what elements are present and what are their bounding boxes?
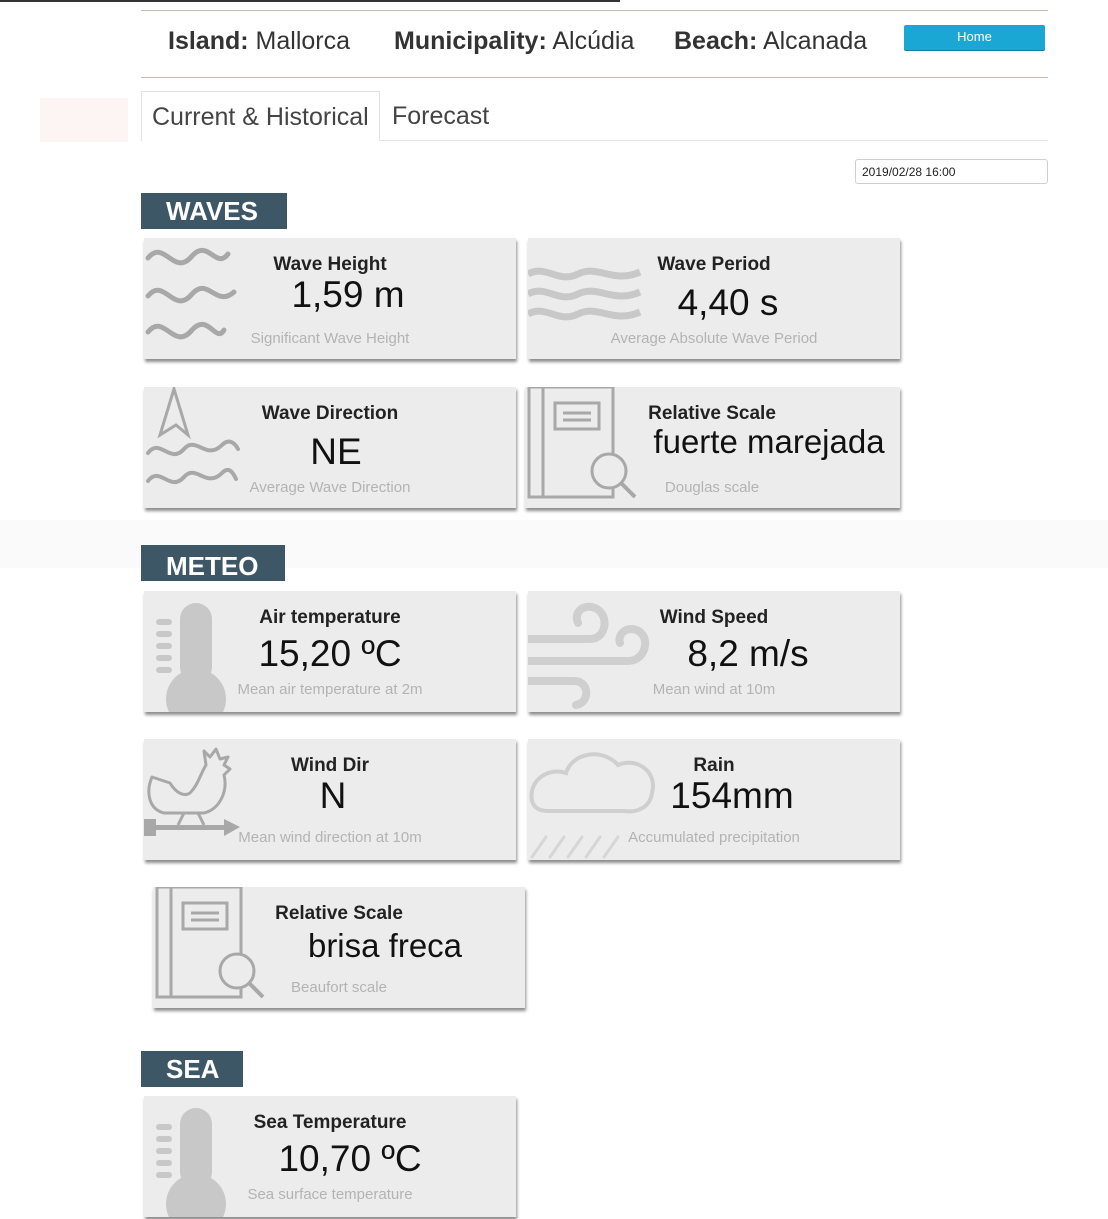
card-value: 154mm <box>670 775 794 816</box>
card-value: N <box>319 775 347 816</box>
section-title-waves: WAVES <box>141 193 287 229</box>
card-title: Rain <box>693 755 735 776</box>
card-title: Relative Scale <box>275 903 403 924</box>
tab-underline <box>379 140 1048 141</box>
card-subtitle: Significant Wave Height <box>250 330 410 347</box>
card-title: Sea Temperature <box>253 1112 407 1133</box>
card-subtitle: Sea surface temperature <box>247 1186 413 1203</box>
card-wave-height: Wave Height 1,59 m Significant Wave Heig… <box>144 238 516 359</box>
card-wind-dir: Wind Dir N Mean wind direction at 10m <box>144 739 516 860</box>
card-title: Wind Dir <box>291 755 369 776</box>
card-value: 15,20 ºC <box>258 633 402 674</box>
card-title: Wind Speed <box>659 607 769 628</box>
scale-book-icon <box>527 387 637 499</box>
island-info: Island: Mallorca <box>168 27 350 56</box>
card-title: Air temperature <box>259 607 401 628</box>
card-subtitle: Douglas scale <box>664 479 760 496</box>
scale-book-icon <box>155 887 265 999</box>
card-rain: Rain 154mm Accumulated precipitation <box>528 739 900 860</box>
card-value: NE <box>310 431 362 472</box>
card-value: brisa freca <box>307 927 463 964</box>
card-relative-scale-douglas: Relative Scale fuerte marejada Douglas s… <box>525 387 900 508</box>
card-value: fuerte marejada <box>653 423 885 460</box>
beach-value: Alcanada <box>762 27 868 55</box>
card-value: 10,70 ºC <box>278 1138 422 1179</box>
card-subtitle: Mean air temperature at 2m <box>237 681 423 698</box>
card-relative-scale-beaufort: Relative Scale brisa freca Beaufort scal… <box>153 887 525 1008</box>
card-value: 1,59 m <box>291 274 405 315</box>
date-time-field[interactable] <box>855 159 1048 184</box>
island-label: Island: <box>168 27 249 55</box>
beach-label: Beach: <box>674 27 758 55</box>
card-title: Wave Direction <box>261 403 399 424</box>
card-title: Wave Period <box>657 254 771 275</box>
home-button[interactable]: Home <box>904 25 1045 50</box>
card-title: Wave Height <box>273 254 387 275</box>
thermometer-icon <box>156 1108 226 1217</box>
island-value: Mallorca <box>255 27 351 55</box>
card-subtitle: Beaufort scale <box>291 979 387 996</box>
wave-direction-icon <box>146 387 240 485</box>
card-subtitle: Mean wind at 10m <box>652 681 776 698</box>
card-value: 4,40 s <box>677 282 779 323</box>
header-bottom-divider <box>141 77 1048 78</box>
section-title-sea: SEA <box>141 1051 243 1087</box>
wind-icon <box>528 602 650 709</box>
card-subtitle: Average Wave Direction <box>249 479 411 496</box>
background-patch <box>40 98 128 142</box>
beach-info: Beach: Alcanada <box>674 27 867 56</box>
card-title: Relative Scale <box>648 403 776 424</box>
card-subtitle: Average Absolute Wave Period <box>610 330 818 347</box>
section-title-meteo: METEO <box>141 545 285 581</box>
card-sea-temperature: Sea Temperature 10,70 ºC Sea surface tem… <box>144 1096 516 1217</box>
header-top-divider <box>141 10 1048 11</box>
municipality-info: Municipality: Alcúdia <box>394 27 634 56</box>
tab-forecast[interactable]: Forecast <box>392 91 489 141</box>
card-air-temperature: Air temperature 15,20 ºC Mean air temper… <box>144 591 516 712</box>
card-wind-speed: Wind Speed 8,2 m/s Mean wind at 10m <box>528 591 900 712</box>
municipality-value: Alcúdia <box>552 27 635 55</box>
waves-icon <box>145 247 237 340</box>
card-wave-direction: Wave Direction NE Average Wave Direction <box>144 387 516 508</box>
card-value: 8,2 m/s <box>687 633 809 674</box>
top-rule <box>0 0 620 2</box>
card-subtitle: Mean wind direction at 10m <box>238 829 422 846</box>
card-subtitle: Accumulated precipitation <box>628 829 800 846</box>
tab-current-historical[interactable]: Current & Historical <box>141 91 380 141</box>
municipality-label: Municipality: <box>394 27 547 55</box>
card-wave-period: Wave Period 4,40 s Average Absolute Wave… <box>528 238 900 359</box>
